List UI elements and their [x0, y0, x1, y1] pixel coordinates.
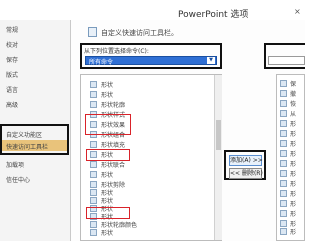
shape-icon — [280, 190, 287, 197]
list-item[interactable]: 形状联合 — [80, 160, 220, 169]
list-item[interactable]: 撤 — [290, 89, 296, 98]
options-sidebar: 常规 校对 保存 版式 语言 高级 自定义功能区 快速访问工具栏 加载项 信任中… — [0, 20, 71, 241]
shape-icon — [90, 221, 97, 228]
list-item[interactable]: 形 — [290, 199, 296, 208]
sidebar-item-language[interactable]: 语言 — [6, 85, 18, 94]
command-label: 形状填充 — [101, 142, 126, 149]
shape-icon — [90, 81, 97, 88]
add-button[interactable]: 添加(A) >> — [229, 155, 263, 166]
list-item[interactable]: 形状 — [80, 170, 220, 179]
sidebar-item-addins[interactable]: 加载项 — [6, 160, 24, 169]
command-label: 形状 — [101, 172, 114, 179]
shape-icon — [280, 200, 287, 207]
list-item[interactable]: 形 — [290, 209, 296, 218]
command-label: 形状联合 — [101, 162, 126, 169]
shape-icon — [90, 101, 97, 108]
command-list-scrollbar[interactable] — [214, 75, 222, 240]
choose-commands-label: 从下列位置选择命令(C): — [84, 48, 149, 55]
shape-icon — [90, 197, 97, 204]
slideshow-icon — [280, 110, 287, 117]
sidebar-item-general[interactable]: 常规 — [6, 25, 18, 34]
window-title: PowerPoint 选项 — [178, 10, 249, 20]
shape-icon — [280, 220, 287, 227]
shape-icon — [280, 228, 287, 235]
close-icon[interactable]: × — [294, 7, 301, 16]
list-item[interactable]: 形 — [290, 227, 296, 236]
remove-button[interactable]: << 删除(R) — [229, 168, 263, 179]
list-item[interactable]: 形状 — [80, 90, 220, 99]
shape-icon — [90, 91, 97, 98]
toolbar-icon — [88, 27, 97, 37]
dropdown-value: 所有命令 — [89, 59, 114, 66]
section-header: 自定义快速访问工具栏。 — [101, 29, 178, 37]
shape-icon — [280, 140, 287, 147]
list-item[interactable]: 从 — [290, 109, 296, 118]
command-label: 形状 — [101, 230, 114, 237]
save-icon — [280, 80, 287, 87]
command-label: 形状 — [101, 82, 114, 89]
chevron-down-icon[interactable]: ▼ — [207, 57, 215, 64]
customize-toolbar-dropdown[interactable] — [268, 56, 305, 65]
choose-commands-dropdown[interactable]: 所有命令 ▼ — [85, 56, 217, 66]
shape-icon — [280, 150, 287, 157]
shape-icon — [90, 161, 97, 168]
redo-icon — [280, 100, 287, 107]
callout-red-box — [85, 114, 131, 135]
shape-icon — [90, 189, 97, 196]
shape-icon — [90, 181, 97, 188]
list-item[interactable]: 形状 — [80, 80, 220, 89]
scrollbar-thumb[interactable] — [216, 120, 221, 150]
list-item[interactable]: 形状填充 — [80, 140, 220, 149]
command-label: 形状轮廓 — [101, 102, 126, 109]
list-item[interactable]: 形状 — [80, 228, 220, 237]
sidebar-item-trust-center[interactable]: 信任中心 — [6, 175, 30, 184]
list-item[interactable]: 恢 — [290, 99, 296, 108]
sidebar-item-quick-access-toolbar[interactable]: 快速访问工具栏 — [6, 142, 48, 151]
shape-icon — [280, 210, 287, 217]
list-item[interactable]: 形 — [290, 189, 296, 198]
list-item[interactable]: 形状轮廓 — [80, 100, 220, 109]
command-label: 形状 — [101, 92, 114, 99]
list-item[interactable]: 形 — [290, 119, 296, 128]
shape-icon — [280, 160, 287, 167]
sidebar-item-save[interactable]: 保存 — [6, 55, 18, 64]
shape-icon — [280, 170, 287, 177]
list-item[interactable]: 形 — [290, 149, 296, 158]
list-item[interactable]: 形 — [290, 179, 296, 188]
callout-red-box — [86, 149, 130, 161]
list-item[interactable]: 保 — [290, 79, 296, 88]
shape-icon — [280, 130, 287, 137]
shape-icon — [90, 171, 97, 178]
shape-icon — [90, 229, 97, 236]
shape-icon — [280, 180, 287, 187]
shape-icon — [280, 120, 287, 127]
undo-icon — [280, 90, 287, 97]
callout-red-box — [86, 207, 130, 219]
sidebar-item-customize-ribbon[interactable]: 自定义功能区 — [6, 130, 42, 139]
list-item[interactable]: 形 — [290, 169, 296, 178]
shape-icon — [90, 141, 97, 148]
list-item[interactable]: 形 — [290, 139, 296, 148]
sidebar-item-proofing[interactable]: 校对 — [6, 40, 18, 49]
sidebar-item-advanced[interactable]: 高级 — [6, 100, 18, 109]
list-item[interactable]: 形 — [290, 159, 296, 168]
sidebar-item-layout[interactable]: 版式 — [6, 70, 18, 79]
list-item[interactable]: 形 — [290, 129, 296, 138]
